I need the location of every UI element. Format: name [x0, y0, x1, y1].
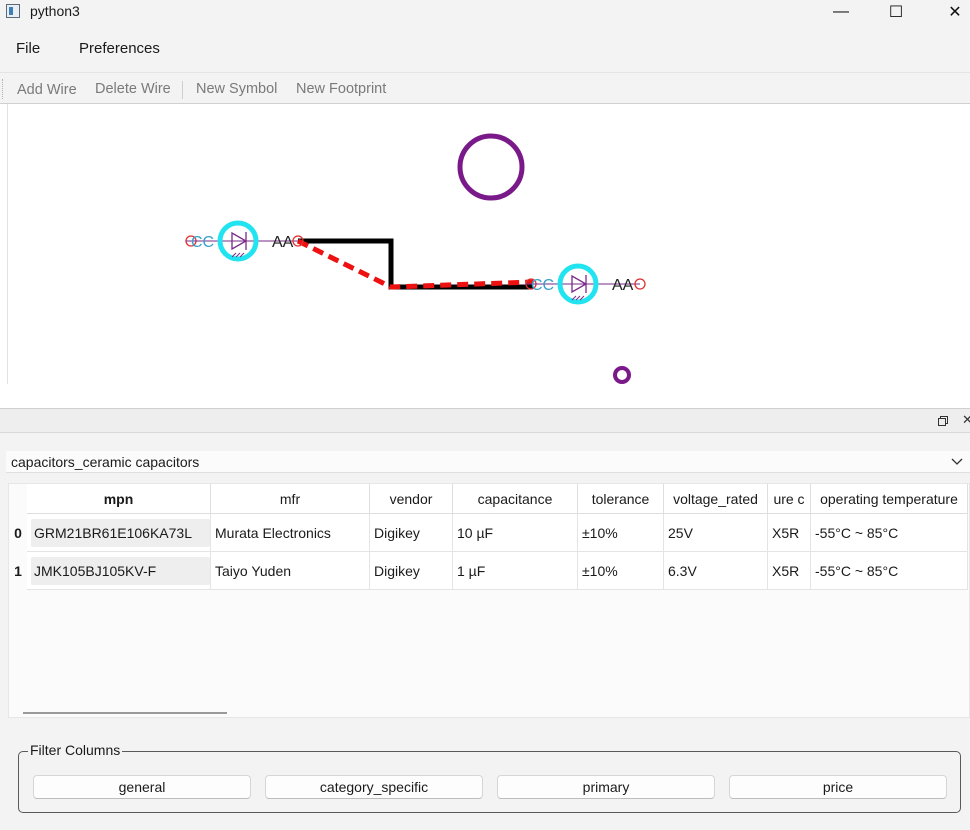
- table-cell-temperature[interactable]: -55°C ~ 85°C: [811, 514, 968, 552]
- table-cell-voltage-rated[interactable]: 25V: [664, 514, 768, 552]
- column-header-vendor[interactable]: vendor: [370, 484, 453, 514]
- parts-table[interactable]: mpn mfr vendor capacitance tolerance vol…: [8, 483, 970, 718]
- table-cell-capacitance[interactable]: 10 µF: [453, 514, 578, 552]
- toolbar-grip[interactable]: [2, 79, 4, 99]
- diode-symbol-right[interactable]: CC AA: [525, 263, 646, 305]
- row-header[interactable]: 1: [9, 552, 27, 590]
- filter-general-button[interactable]: general: [33, 775, 251, 799]
- schematic-drawing[interactable]: CC AA CC AA: [0, 104, 970, 409]
- column-header-dielectric[interactable]: ure c: [768, 484, 811, 514]
- table-cell-mfr[interactable]: Taiyo Yuden: [211, 552, 370, 590]
- table-cell-vendor[interactable]: Digikey: [370, 552, 453, 590]
- dock-title-bar[interactable]: ✕: [0, 408, 970, 433]
- delete-wire-button[interactable]: Delete Wire: [95, 81, 171, 97]
- table-cell-dielectric[interactable]: X5R: [768, 514, 811, 552]
- horizontal-scrollbar[interactable]: [23, 712, 227, 714]
- table-cell-mpn[interactable]: JMK105BJ105KV-F: [27, 552, 211, 590]
- filter-price-button[interactable]: price: [729, 775, 947, 799]
- new-symbol-button[interactable]: New Symbol: [196, 81, 277, 97]
- app-icon: [6, 4, 20, 18]
- menu-file[interactable]: File: [16, 40, 40, 57]
- add-wire-button[interactable]: Add Wire: [17, 82, 77, 98]
- category-combo[interactable]: capacitors_ceramic capacitors: [6, 451, 970, 473]
- table-cell-tolerance[interactable]: ±10%: [578, 514, 664, 552]
- mpn-value: GRM21BR61E106KA73L: [31, 518, 210, 547]
- title-bar: python3 — ☐ ✕: [0, 0, 970, 24]
- table-cell-temperature[interactable]: -55°C ~ 85°C: [811, 552, 968, 590]
- pin-label-a: AA: [612, 277, 634, 294]
- filter-category-specific-button[interactable]: category_specific: [265, 775, 483, 799]
- filter-columns-title: Filter Columns: [28, 742, 123, 758]
- table-cell-mpn[interactable]: GRM21BR61E106KA73L: [27, 514, 211, 552]
- column-header-mfr[interactable]: mfr: [211, 484, 370, 514]
- column-header-mpn[interactable]: mpn: [27, 484, 211, 514]
- mpn-value: JMK105BJ105KV-F: [31, 556, 210, 585]
- wire-selected[interactable]: [296, 238, 534, 290]
- diode-symbol-left[interactable]: CC AA: [185, 220, 304, 262]
- table-cell-voltage-rated[interactable]: 6.3V: [664, 552, 768, 590]
- restore-icon[interactable]: [938, 416, 948, 426]
- category-combo-value: capacitors_ceramic capacitors: [11, 454, 200, 470]
- close-button[interactable]: ✕: [932, 0, 970, 24]
- junction-circle-small[interactable]: [613, 366, 631, 384]
- pin-label-c: CC: [531, 277, 554, 294]
- maximize-button[interactable]: ☐: [873, 0, 919, 24]
- column-header-capacitance[interactable]: capacitance: [453, 484, 578, 514]
- parts-panel: capacitors_ceramic capacitors mpn mfr ve…: [0, 433, 970, 830]
- filter-primary-button[interactable]: primary: [497, 775, 715, 799]
- row-header[interactable]: 0: [9, 514, 27, 552]
- chevron-down-icon[interactable]: [950, 454, 964, 468]
- schematic-canvas[interactable]: CC AA CC AA: [0, 103, 970, 408]
- toolbar: Add Wire Delete Wire New Symbol New Foot…: [0, 72, 970, 104]
- table-cell-capacitance[interactable]: 1 µF: [453, 552, 578, 590]
- dock-close-icon[interactable]: ✕: [962, 412, 970, 428]
- column-header-operating-temperature[interactable]: operating temperature: [811, 484, 968, 514]
- junction-circle-large[interactable]: [457, 133, 525, 201]
- wire-black[interactable]: [298, 238, 533, 290]
- column-header-voltage-rated[interactable]: voltage_rated: [664, 484, 768, 514]
- menu-bar: File Preferences: [0, 36, 970, 64]
- pin-label-c: CC: [191, 234, 214, 251]
- new-footprint-button[interactable]: New Footprint: [296, 81, 386, 97]
- table-cell-tolerance[interactable]: ±10%: [578, 552, 664, 590]
- toolbar-separator: [182, 81, 183, 99]
- table-cell-dielectric[interactable]: X5R: [768, 552, 811, 590]
- table-cell-mfr[interactable]: Murata Electronics: [211, 514, 370, 552]
- pin-label-a: AA: [272, 234, 294, 251]
- window-title: python3: [30, 3, 80, 19]
- table-cell-vendor[interactable]: Digikey: [370, 514, 453, 552]
- column-header-tolerance[interactable]: tolerance: [578, 484, 664, 514]
- menu-preferences[interactable]: Preferences: [79, 40, 160, 57]
- minimize-button[interactable]: —: [818, 0, 864, 24]
